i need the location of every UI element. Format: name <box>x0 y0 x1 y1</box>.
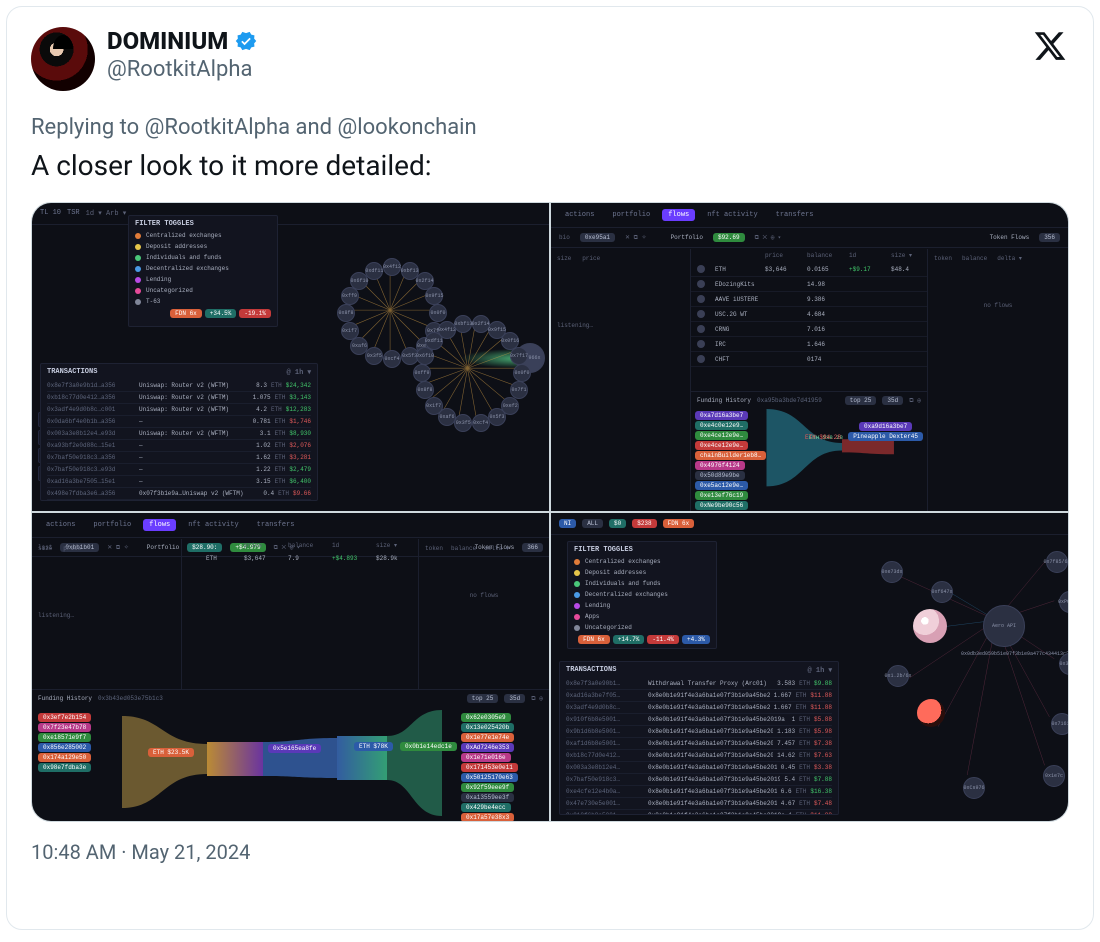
media-grid: TL 10TSR1d ▾ Arb ▾ 0x11f0e3 0x (WFTM) 0x… <box>31 202 1069 822</box>
t2-tabs: actionsportfolioflowsnft activitytransfe… <box>551 203 1068 228</box>
t1-transactions: TRANSACTIONS @ 1h ▾ 0x8e7f3a0e9b1d…a356U… <box>40 363 318 501</box>
media-image-4[interactable]: NI ALL $0 $238 FDN 6x FILTER TOGGLES Cen… <box>551 513 1068 821</box>
t4-legend: FILTER TOGGLES Centralized exchangesDepo… <box>567 541 717 649</box>
media-image-2[interactable]: actionsportfolioflowsnft activitytransfe… <box>551 203 1068 511</box>
verified-badge-icon <box>234 29 258 53</box>
t1-graph: 0xf966x 0x0f00x7f10xef20x5f30xcf40x3f50x… <box>332 223 545 507</box>
t3-tabs: actionsportfolioflowsnft activitytransfe… <box>32 513 549 538</box>
t1-topbar: TL 10TSR1d ▾ Arb ▾ <box>32 203 549 225</box>
tweet-header: DOMINIUM @RootkitAlpha <box>31 27 1069 91</box>
avatar[interactable] <box>31 27 95 91</box>
reply-context: Replying to @RootkitAlpha and @lookoncha… <box>31 115 1069 140</box>
tweet-timestamp[interactable]: 10:48 AM · May 21, 2024 <box>31 840 1069 864</box>
reply-mention-2[interactable]: @lookonchain <box>338 115 477 140</box>
media-image-1[interactable]: TL 10TSR1d ▾ Arb ▾ 0x11f0e3 0x (WFTM) 0x… <box>32 203 549 511</box>
display-name[interactable]: DOMINIUM <box>107 27 228 55</box>
tweet-text: A closer look to it more detailed: <box>31 148 1069 184</box>
reply-mention-1[interactable]: @RootkitAlpha <box>145 115 290 140</box>
x-logo-icon[interactable] <box>1033 29 1067 63</box>
t4-transactions: TRANSACTIONS @ 1h ▾ 0x8e7f3a0e90b1…Withd… <box>559 661 839 815</box>
tweet-card: DOMINIUM @RootkitAlpha Replying to @Root… <box>6 6 1094 930</box>
user-handle[interactable]: @RootkitAlpha <box>107 57 258 82</box>
t1-legend: FILTER TOGGLES Centralized exchangesDepo… <box>128 215 278 327</box>
media-image-3[interactable]: actionsportfolioflowsnft activitytransfe… <box>32 513 549 821</box>
t4-topbar: NI ALL $0 $238 FDN 6x <box>551 513 1068 535</box>
t2-funding-history: Funding History 0xa95ba3bde7d41959 top 2… <box>691 391 927 511</box>
t4-graph: Aero API 0x0db3ed059b51e07f3b1e9a477c434… <box>851 533 1064 817</box>
user-block: DOMINIUM @RootkitAlpha <box>107 27 258 82</box>
t3-funding-history: Funding History 0x3b43ed053e75b1c3 top 2… <box>32 689 549 821</box>
